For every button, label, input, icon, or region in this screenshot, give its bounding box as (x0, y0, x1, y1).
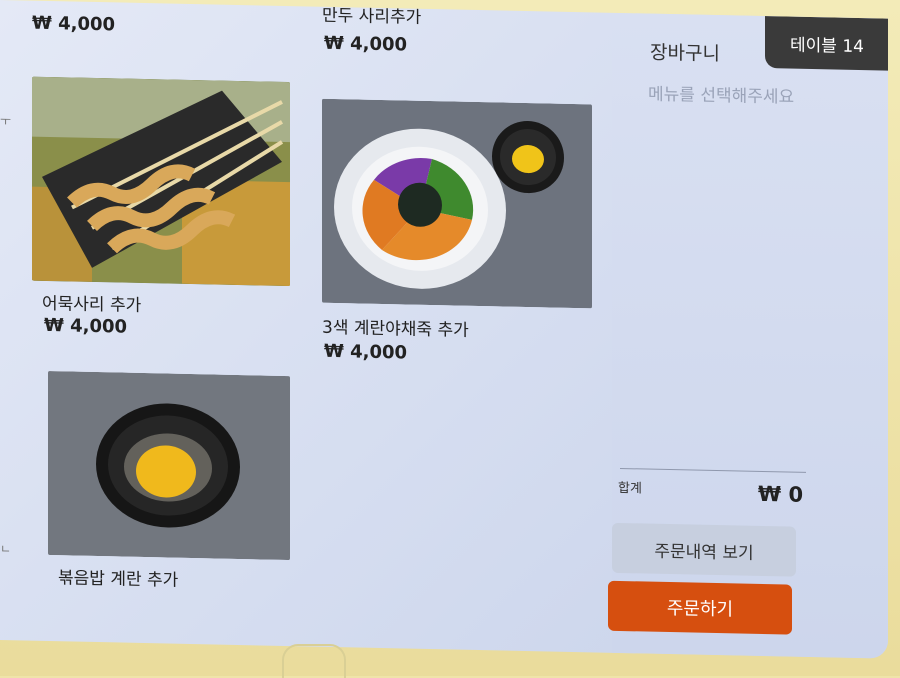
menu-item-top-left[interactable]: ₩ 4,000 (0, 0, 260, 55)
order-history-button[interactable]: 주문내역 보기 (612, 522, 796, 577)
cart-title: 장바구니 (650, 41, 720, 66)
menu-item-fishcake[interactable]: 어묵사리 추가 ₩ 4,000 (32, 76, 292, 352)
place-order-button[interactable]: 주문하기 (608, 580, 792, 635)
kiosk-screen: ₩ 4,000 만두 사리추가 ₩ 4,000 어묵사리 추가 ₩ 4,000 … (0, 0, 888, 659)
porridge-image (322, 98, 592, 309)
total-value: ₩ 0 (758, 481, 804, 507)
menu-item-dumpling[interactable]: 만두 사리추가 ₩ 4,000 (320, 6, 600, 73)
total-divider (620, 467, 806, 473)
menu-item-price: ₩ 4,000 (32, 12, 116, 36)
menu-grid: ₩ 4,000 만두 사리추가 ₩ 4,000 어묵사리 추가 ₩ 4,000 … (0, 0, 600, 653)
total-label: 합계 (618, 480, 642, 497)
egg-image (48, 371, 290, 561)
menu-item-name: 3색 계란야채죽 추가 (322, 317, 469, 341)
kiosk-logo (282, 644, 346, 678)
menu-item-name: 볶음밥 계란 추가 (58, 568, 179, 591)
edge-glyph: ㄴ (0, 542, 12, 557)
table-number-badge: 테이블 14 (765, 16, 888, 71)
menu-item-price: ₩ 4,000 (44, 314, 128, 338)
cart-panel: 장바구니 메뉴를 선택해주세요 테이블 14 합계 ₩ 0 주문내역 보기 주문… (608, 12, 888, 659)
menu-item-price: ₩ 4,000 (324, 32, 408, 56)
menu-item-name: 어묵사리 추가 (42, 293, 142, 316)
edge-glyph: ㅜ (0, 114, 12, 129)
fishcake-image (32, 76, 290, 287)
menu-item-porridge[interactable]: 3색 계란야채죽 추가 ₩ 4,000 (322, 98, 592, 375)
menu-item-egg[interactable]: 볶음밥 계란 추가 (48, 371, 298, 606)
cart-empty-hint: 메뉴를 선택해주세요 (648, 84, 795, 108)
menu-item-price: ₩ 4,000 (324, 340, 408, 364)
